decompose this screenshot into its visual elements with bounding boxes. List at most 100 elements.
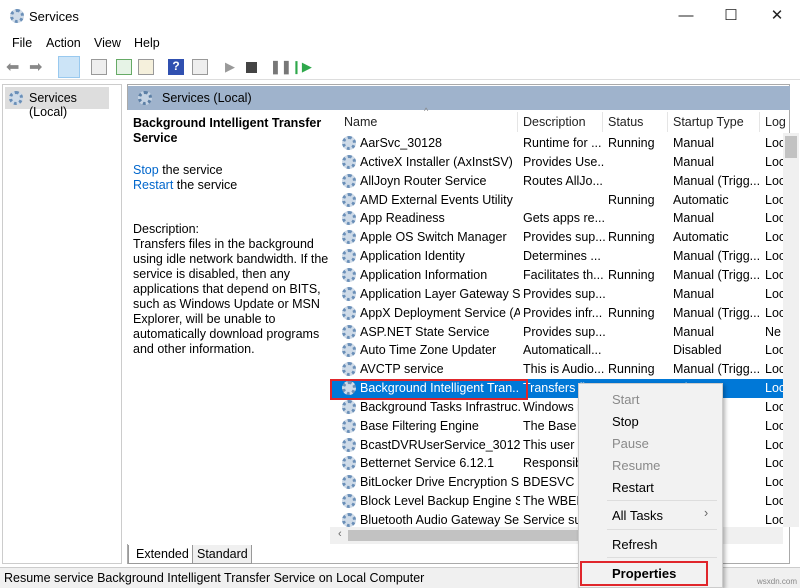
show-hide-console-tree-icon[interactable] [58, 56, 80, 78]
sort-ascending-icon: ^ [424, 106, 428, 116]
service-description: Automaticall... [523, 341, 605, 360]
scrollbar-thumb[interactable] [785, 136, 797, 158]
service-log-on-as: Loc [765, 341, 785, 360]
context-menu: Start Stop Pause Resume Restart All Task… [578, 383, 723, 588]
table-row[interactable]: ASP.NET State ServiceProvides sup...Manu… [330, 323, 785, 342]
tab-standard[interactable]: Standard [192, 545, 252, 564]
service-log-on-as: Loc [765, 492, 785, 511]
menu-item-pause[interactable]: Pause [612, 436, 649, 451]
column-header-log-on-as[interactable]: Log [765, 115, 786, 129]
service-description: Gets apps re... [523, 209, 605, 228]
column-header-status[interactable]: Status [608, 115, 643, 129]
service-gear-icon [342, 155, 356, 169]
stop-service-link[interactable]: Stop [133, 163, 159, 177]
table-row[interactable]: Application IdentityDetermines ...Manual… [330, 247, 785, 266]
service-startup-type: Manual [673, 209, 761, 228]
service-description: Provides Use... [523, 153, 605, 172]
table-row[interactable]: Application InformationFacilitates th...… [330, 266, 785, 285]
table-row[interactable]: Auto Time Zone UpdaterAutomaticall...Dis… [330, 341, 785, 360]
table-row[interactable]: ActiveX Installer (AxInstSV)Provides Use… [330, 153, 785, 172]
service-log-on-as: Loc [765, 228, 785, 247]
console-tree: Services (Local) [2, 84, 122, 564]
service-name: Betternet Service 6.12.1 [360, 454, 520, 473]
service-name: Application Information [360, 266, 520, 285]
stop-service-icon[interactable] [246, 62, 257, 73]
menu-item-start[interactable]: Start [612, 392, 639, 407]
service-status: Running [608, 360, 670, 379]
table-row[interactable]: AppX Deployment Service (A...Provides in… [330, 304, 785, 323]
window-title: Services [29, 9, 79, 24]
table-row[interactable]: Apple OS Switch ManagerProvides sup...Ru… [330, 228, 785, 247]
service-log-on-as: Loc [765, 436, 785, 455]
close-button[interactable]: ✕ [754, 0, 800, 32]
service-log-on-as: Loc [765, 379, 785, 398]
menu-item-stop[interactable]: Stop [612, 414, 639, 429]
menu-action[interactable]: Action [46, 36, 81, 50]
service-gear-icon [342, 419, 356, 433]
scrollbar-thumb[interactable] [348, 530, 578, 541]
table-row[interactable]: AarSvc_30128Runtime for ...RunningManual… [330, 134, 785, 153]
tree-item-services-local[interactable]: Services (Local) [5, 87, 109, 109]
service-name: Block Level Backup Engine S... [360, 492, 520, 511]
service-gear-icon [342, 211, 356, 225]
service-log-on-as: Loc [765, 172, 785, 191]
scroll-left-icon[interactable]: ‹ [338, 528, 342, 540]
service-description: Provides sup... [523, 323, 605, 342]
service-description: Provides sup... [523, 228, 605, 247]
service-description: Facilitates th... [523, 266, 605, 285]
service-log-on-as: Loc [765, 153, 785, 172]
minimize-button[interactable]: — [663, 0, 709, 32]
watermark: wsxdn.com [757, 577, 797, 586]
pause-service-icon[interactable]: ❚❚ [270, 59, 286, 75]
refresh-icon[interactable] [116, 59, 132, 75]
table-row[interactable]: AMD External Events UtilityRunningAutoma… [330, 191, 785, 210]
service-name: Apple OS Switch Manager [360, 228, 520, 247]
back-icon[interactable]: ⬅ [6, 57, 22, 73]
service-gear-icon [342, 362, 356, 376]
services-app-icon [10, 9, 24, 23]
service-startup-type: Disabled [673, 341, 761, 360]
menu-help[interactable]: Help [134, 36, 160, 50]
menu-bar: File Action View Help [0, 32, 800, 54]
help-icon[interactable]: ? [168, 59, 184, 75]
column-header-startup-type[interactable]: Startup Type [673, 115, 744, 129]
restart-service-icon[interactable]: ❙▶ [291, 59, 307, 75]
service-startup-type: Manual [673, 134, 761, 153]
restart-service-link[interactable]: Restart [133, 178, 173, 192]
menu-item-resume[interactable]: Resume [612, 458, 660, 473]
highlight-box-properties [580, 561, 708, 586]
selected-service-name: Background Intelligent Transfer Service [133, 116, 323, 146]
column-header-description[interactable]: Description [523, 115, 586, 129]
service-log-on-as: Loc [765, 266, 785, 285]
show-action-pane-icon[interactable] [192, 59, 208, 75]
service-log-on-as: Loc [765, 247, 785, 266]
service-name: Background Tasks Infrastruc... [360, 398, 520, 417]
stop-link-text: the service [159, 163, 223, 177]
properties-toolbar-icon[interactable] [91, 59, 107, 75]
service-startup-type: Manual (Trigg... [673, 304, 761, 323]
menu-item-restart[interactable]: Restart [612, 480, 654, 495]
service-gear-icon [342, 513, 356, 527]
menu-item-all-tasks[interactable]: All Tasks [612, 508, 663, 523]
maximize-button[interactable]: ☐ [708, 0, 754, 32]
vertical-scrollbar[interactable] [783, 133, 799, 527]
table-row[interactable]: AVCTP serviceThis is Audio...RunningManu… [330, 360, 785, 379]
services-icon [9, 91, 23, 105]
menu-view[interactable]: View [94, 36, 121, 50]
menu-item-refresh[interactable]: Refresh [612, 537, 658, 552]
column-header-name[interactable]: Name [344, 115, 377, 129]
service-gear-icon [342, 325, 356, 339]
service-startup-type: Manual (Trigg... [673, 360, 761, 379]
service-description: Provides sup... [523, 285, 605, 304]
table-row[interactable]: App ReadinessGets apps re...ManualLoc [330, 209, 785, 228]
tree-item-label: Services (Local) [29, 91, 109, 119]
table-row[interactable]: Application Layer Gateway S...Provides s… [330, 285, 785, 304]
service-name: AllJoyn Router Service [360, 172, 520, 191]
menu-file[interactable]: File [12, 36, 32, 50]
forward-icon[interactable]: ➡ [29, 57, 45, 73]
table-row[interactable]: AllJoyn Router ServiceRoutes AllJo...Man… [330, 172, 785, 191]
service-log-on-as: Loc [765, 304, 785, 323]
export-list-icon[interactable] [138, 59, 154, 75]
toolbar: ⬅ ➡ ? ▶ ❚❚ ❙▶ [0, 54, 800, 80]
start-service-icon[interactable]: ▶ [225, 59, 241, 75]
